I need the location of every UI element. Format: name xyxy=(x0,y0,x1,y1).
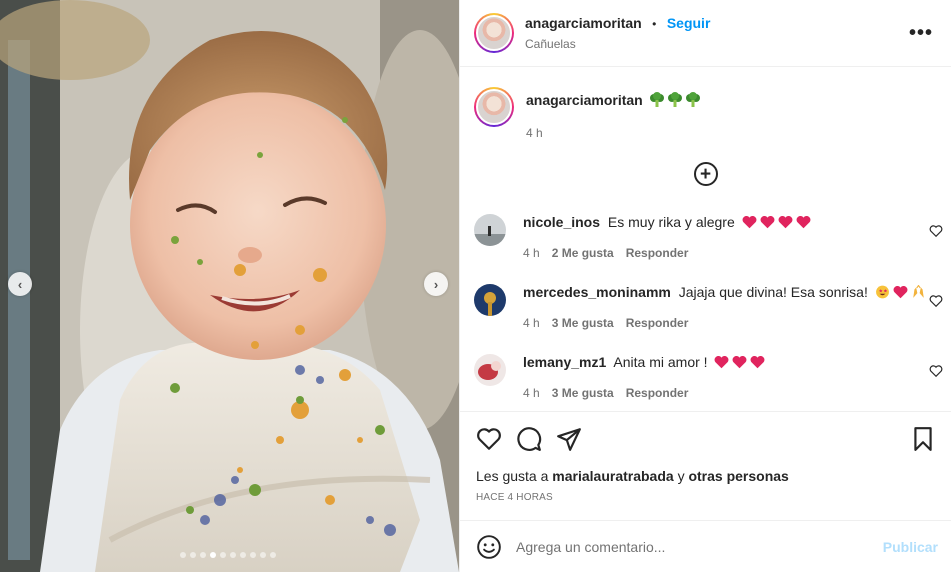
like-comment-heart-icon[interactable] xyxy=(929,364,943,378)
comment-time[interactable]: 4 h xyxy=(523,316,540,330)
comment-item: nicole_inos Es muy rika y alegre 4 h 2 M… xyxy=(460,214,951,260)
separator-dot: • xyxy=(652,17,657,31)
likes-summary: Les gusta a marialauratrabada y otras pe… xyxy=(476,468,936,484)
carousel-dot xyxy=(230,552,236,558)
commenter-avatar[interactable] xyxy=(474,284,506,316)
more-options-icon[interactable]: ••• xyxy=(905,22,937,45)
red-heart-icon xyxy=(796,215,811,229)
commenter-avatar[interactable] xyxy=(474,214,506,246)
comment-time[interactable]: 4 h xyxy=(523,246,540,260)
author-username[interactable]: anagarciamoritan xyxy=(525,15,642,31)
broccoli-icon xyxy=(685,92,700,107)
liked-by-username[interactable]: marialauratrabada xyxy=(552,468,673,484)
like-comment-heart-icon[interactable] xyxy=(929,294,943,308)
carousel-dot xyxy=(180,552,186,558)
commenter-username[interactable]: mercedes_moninamm xyxy=(523,284,671,300)
comment-item: lemany_mz1 Anita mi amor ! 4 h 3 Me gust… xyxy=(460,354,951,400)
carousel-dot xyxy=(270,552,276,558)
commenter-username[interactable]: nicole_inos xyxy=(523,214,600,230)
carousel-dot xyxy=(260,552,266,558)
red-heart-icon xyxy=(732,355,747,369)
comment-text: Jajaja que divina! Esa sonrisa! xyxy=(678,284,868,300)
post-timestamp[interactable]: HACE 4 HORAS xyxy=(476,492,936,503)
save-bookmark-icon[interactable] xyxy=(910,426,936,452)
next-image-button[interactable]: › xyxy=(424,272,448,296)
reply-button[interactable]: Responder xyxy=(626,246,689,260)
comment-time[interactable]: 4 h xyxy=(523,386,540,400)
likes-prefix: Les gusta a xyxy=(476,468,549,484)
previous-image-button[interactable]: ‹ xyxy=(8,272,32,296)
author-avatar[interactable] xyxy=(474,13,514,53)
star-struck-emoji-icon xyxy=(875,285,889,299)
commenter-username[interactable]: lemany_mz1 xyxy=(523,354,606,370)
post-side-panel: anagarciamoritan • Seguir Cañuelas ••• a… xyxy=(459,0,951,572)
comment-text: Es muy rika y alegre xyxy=(607,214,735,230)
heart-emoji-group xyxy=(739,214,811,230)
broccoli-icon xyxy=(649,92,664,107)
load-more-comments: + xyxy=(460,162,951,186)
commenter-avatar[interactable] xyxy=(474,354,506,386)
others-link[interactable]: otras personas xyxy=(688,468,788,484)
raised-hands-emoji-icon xyxy=(912,285,924,298)
carousel-dot xyxy=(200,552,206,558)
carousel-indicator xyxy=(180,552,276,558)
reply-button[interactable]: Responder xyxy=(626,386,689,400)
caption-username[interactable]: anagarciamoritan xyxy=(526,92,643,108)
like-comment-heart-icon[interactable] xyxy=(929,224,943,238)
post-location[interactable]: Cañuelas xyxy=(525,37,905,51)
comment-likes-count[interactable]: 3 Me gusta xyxy=(552,386,614,400)
post-header: anagarciamoritan • Seguir Cañuelas ••• xyxy=(460,0,951,67)
carousel-dot xyxy=(210,552,216,558)
comment-item: mercedes_moninamm Jajaja que divina! Esa… xyxy=(460,284,951,330)
comment-bubble-icon[interactable] xyxy=(516,426,542,452)
caption-time[interactable]: 4 h xyxy=(526,126,701,140)
plus-circle-icon[interactable]: + xyxy=(693,162,718,186)
comment-composer: Publicar xyxy=(460,520,951,572)
carousel-dot xyxy=(190,552,196,558)
broccoli-emoji-group xyxy=(647,92,701,108)
comment-input[interactable] xyxy=(516,538,883,555)
carousel-dot xyxy=(240,552,246,558)
share-paper-plane-icon[interactable] xyxy=(556,426,582,452)
follow-button[interactable]: Seguir xyxy=(667,15,711,31)
post-actions: Les gusta a marialauratrabada y otras pe… xyxy=(460,411,951,503)
comment-text: Anita mi amor ! xyxy=(613,354,708,370)
baby-photo xyxy=(0,0,459,572)
publish-button[interactable]: Publicar xyxy=(883,539,938,555)
heart-emoji-group xyxy=(711,354,765,370)
red-heart-icon xyxy=(742,215,757,229)
reply-button[interactable]: Responder xyxy=(626,316,689,330)
post-modal: ‹ › anagarciamoritan • Seguir Cañuelas •… xyxy=(0,0,951,572)
likes-joiner: y xyxy=(677,468,685,484)
red-heart-icon xyxy=(760,215,775,229)
carousel-dot xyxy=(250,552,256,558)
red-heart-icon xyxy=(893,285,908,299)
caption-author-avatar[interactable] xyxy=(474,87,514,127)
post-media[interactable]: ‹ › xyxy=(0,0,459,572)
comment-likes-count[interactable]: 2 Me gusta xyxy=(552,246,614,260)
comment-likes-count[interactable]: 3 Me gusta xyxy=(552,316,614,330)
red-heart-icon xyxy=(778,215,793,229)
carousel-dot xyxy=(220,552,226,558)
emoji-picker-icon[interactable] xyxy=(476,534,502,560)
like-heart-icon[interactable] xyxy=(476,426,502,452)
comments-scroll-area[interactable]: anagarciamoritan 4 h + nicole_inos Es mu… xyxy=(460,67,951,411)
red-heart-icon xyxy=(750,355,765,369)
emoji-group xyxy=(872,284,926,300)
red-heart-icon xyxy=(714,355,729,369)
broccoli-icon xyxy=(667,92,682,107)
post-caption: anagarciamoritan 4 h xyxy=(460,67,951,140)
